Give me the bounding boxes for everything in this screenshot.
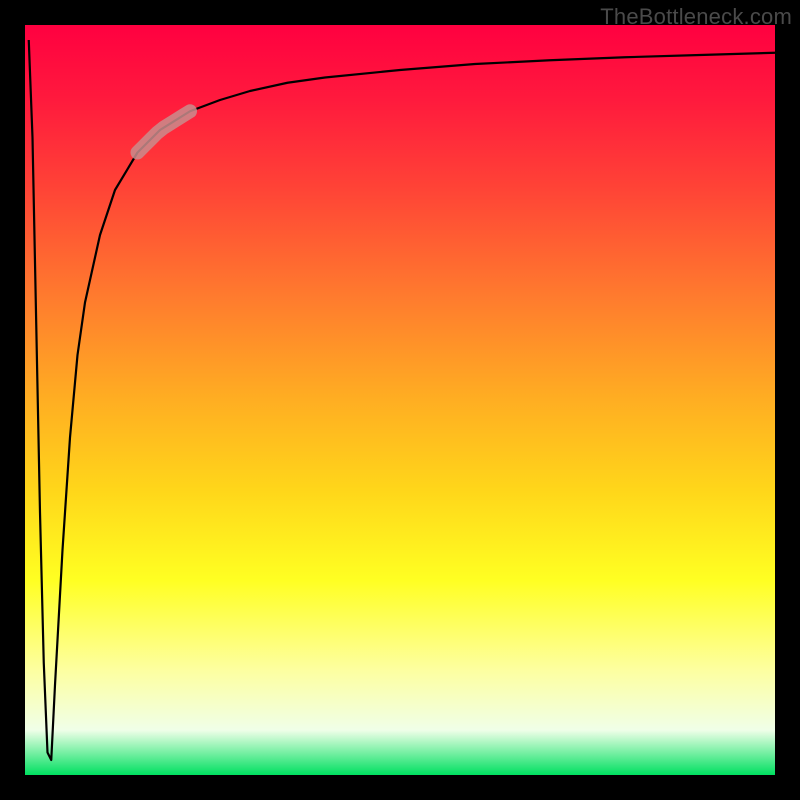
chart-container: TheBottleneck.com [0, 0, 800, 800]
highlight-segment [138, 111, 191, 152]
curve-svg [25, 25, 775, 775]
plot-area [25, 25, 775, 775]
